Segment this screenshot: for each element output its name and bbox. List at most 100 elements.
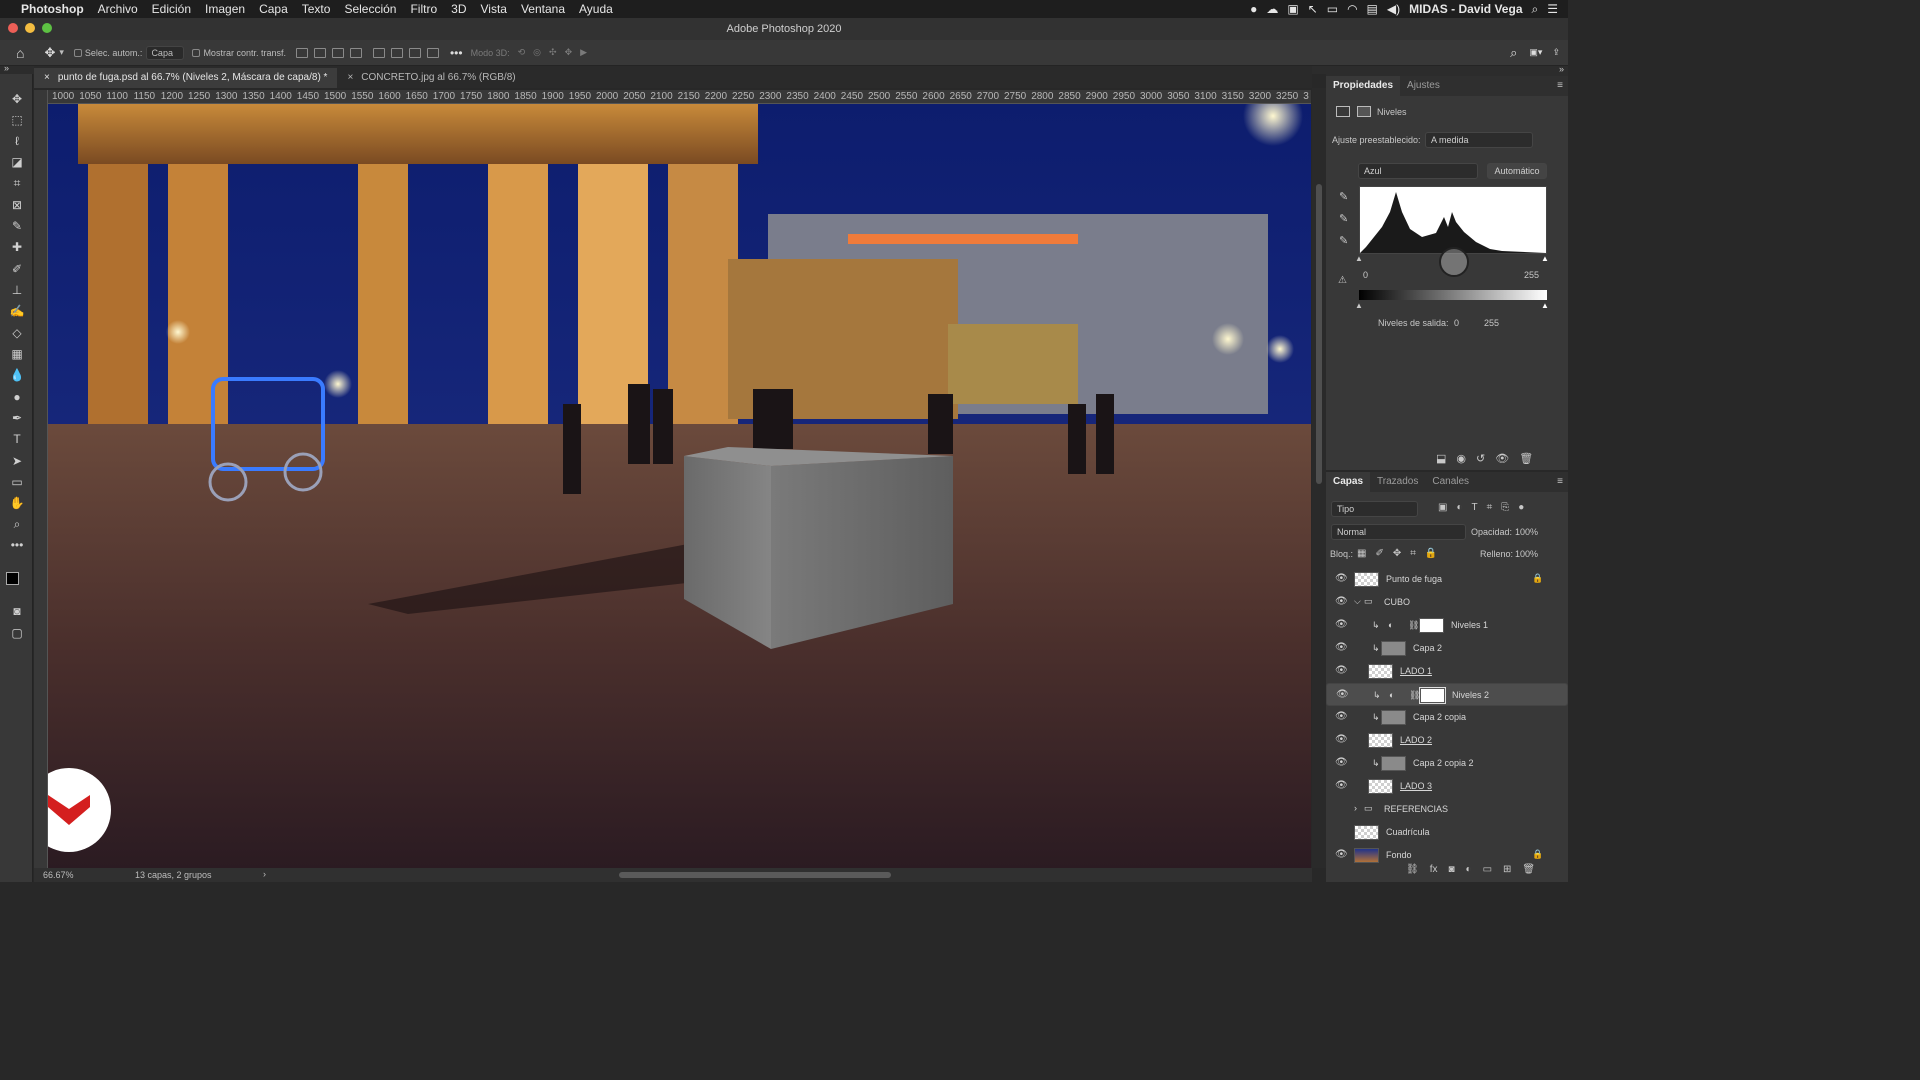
lasso-tool-icon[interactable]: ℓ xyxy=(9,134,25,148)
brush-tool-icon[interactable]: ✐ xyxy=(9,262,25,276)
user-name[interactable]: MIDAS - David Vega xyxy=(1409,2,1522,16)
document-canvas[interactable] xyxy=(48,104,1311,868)
more-options-icon[interactable]: ••• xyxy=(450,46,463,60)
orbit-3d-icon[interactable]: ⟲ xyxy=(518,47,526,58)
lock-transparent-icon[interactable]: ▦ xyxy=(1357,548,1366,559)
menu-app[interactable]: Photoshop xyxy=(14,2,91,16)
filter-adjustment-icon[interactable]: ◐ xyxy=(1456,502,1462,513)
lock-position-icon[interactable]: ✥ xyxy=(1393,548,1401,559)
auto-button[interactable]: Automático xyxy=(1487,163,1547,179)
visibility-eye-icon[interactable]: 👁 xyxy=(1335,596,1348,607)
more-tools-icon[interactable]: ••• xyxy=(9,538,25,552)
healing-tool-icon[interactable]: ✚ xyxy=(9,240,25,254)
lock-pixels-icon[interactable]: ✐ xyxy=(1375,548,1383,559)
lock-all-icon[interactable]: 🔒 xyxy=(1425,548,1437,559)
slide-3d-icon[interactable]: ✥ xyxy=(565,47,573,58)
show-transform-checkbox[interactable] xyxy=(192,48,201,57)
layer-row[interactable]: 👁 ↳ Capa 2 copia xyxy=(1326,706,1568,729)
layer-group-row[interactable]: › ▭ REFERENCIAS xyxy=(1326,798,1568,821)
layer-group-row[interactable]: 👁 ⌵ ▭ CUBO xyxy=(1326,591,1568,614)
trash-icon[interactable]: 🗑 xyxy=(1522,864,1535,875)
marquee-tool-icon[interactable]: ⬚ xyxy=(9,113,25,127)
blend-mode-dropdown[interactable]: Normal xyxy=(1331,524,1466,540)
visibility-eye-icon[interactable]: 👁 xyxy=(1335,642,1348,653)
menu-vista[interactable]: Vista xyxy=(473,2,513,16)
trash-icon[interactable]: 🗑 xyxy=(1519,452,1533,465)
output-white-slider[interactable]: ▲ xyxy=(1541,301,1549,310)
notification-icon[interactable]: ☰ xyxy=(1547,2,1558,16)
pen-tool-icon[interactable]: ✒ xyxy=(9,411,25,425)
camera-3d-icon[interactable]: ▶ xyxy=(580,47,587,58)
white-eyedropper-icon[interactable]: ✎ xyxy=(1339,234,1348,247)
link-layers-icon[interactable]: ⛓ xyxy=(1406,864,1419,875)
filter-smart-icon[interactable]: ⎘ xyxy=(1501,502,1509,513)
output-black-slider[interactable]: ▲ xyxy=(1355,301,1363,310)
crop-tool-icon[interactable]: ⌗ xyxy=(9,176,25,190)
minimize-window-button[interactable] xyxy=(25,23,35,33)
chevron-right-icon[interactable]: › xyxy=(263,869,266,879)
horizontal-scrollbar-thumb[interactable] xyxy=(619,872,891,878)
output-min[interactable]: 0 xyxy=(1454,318,1459,328)
input-gray-slider[interactable] xyxy=(1439,247,1469,277)
workspace-icon[interactable]: ▣▾ xyxy=(1529,47,1542,58)
align-bottom-icon[interactable] xyxy=(408,47,421,58)
mask-icon[interactable] xyxy=(1357,106,1371,117)
layer-row[interactable]: 👁 Punto de fuga 🔒 xyxy=(1326,568,1568,591)
menu-edicion[interactable]: Edición xyxy=(145,2,198,16)
visibility-eye-icon[interactable]: 👁 xyxy=(1335,734,1348,745)
tab-capas[interactable]: Capas xyxy=(1326,472,1371,492)
wifi-icon[interactable]: ◠ xyxy=(1347,2,1357,16)
type-tool-icon[interactable]: T xyxy=(9,432,25,446)
tab-ajustes[interactable]: Ajustes xyxy=(1400,76,1447,96)
output-max[interactable]: 255 xyxy=(1484,318,1499,328)
distribute-icon[interactable] xyxy=(349,47,362,58)
align-middle-icon[interactable] xyxy=(390,47,403,58)
tab-concreto[interactable]: × CONCRETO.jpg al 66.7% (RGB/8) xyxy=(337,68,525,88)
chevron-down-icon[interactable]: ▾ xyxy=(59,47,64,58)
foreground-color-swatch[interactable] xyxy=(6,572,19,585)
visibility-eye-icon[interactable]: 👁 xyxy=(1335,711,1348,722)
screen-icon[interactable]: ▣ xyxy=(1287,2,1298,16)
gradient-tool-icon[interactable]: ▦ xyxy=(9,347,25,361)
flag-icon[interactable]: ▤ xyxy=(1367,2,1378,16)
align-left-icon[interactable] xyxy=(295,47,308,58)
move-tool-icon[interactable]: ✥ xyxy=(44,45,55,61)
filter-shape-icon[interactable]: ⌗ xyxy=(1487,502,1493,513)
layer-mask-thumbnail[interactable] xyxy=(1419,618,1444,633)
hand-tool-icon[interactable]: ✋ xyxy=(9,496,25,510)
preset-dropdown[interactable]: A medida xyxy=(1425,132,1533,148)
input-max[interactable]: 255 xyxy=(1524,270,1539,280)
opacity-value[interactable]: 100% xyxy=(1515,527,1538,537)
search-icon[interactable]: ⌕ xyxy=(1510,45,1517,61)
visibility-eye-icon[interactable]: 👁 xyxy=(1335,665,1348,676)
zoom-level[interactable]: 66.67% xyxy=(43,870,74,880)
eraser-tool-icon[interactable]: ◇ xyxy=(9,326,25,340)
menu-filtro[interactable]: Filtro xyxy=(403,2,444,16)
drag-3d-icon[interactable]: ✣ xyxy=(549,47,557,58)
new-adjustment-icon[interactable]: ◐ xyxy=(1466,864,1472,875)
align-center-icon[interactable] xyxy=(313,47,326,58)
fx-icon[interactable]: fx xyxy=(1430,864,1438,875)
rectangle-tool-icon[interactable]: ▭ xyxy=(9,475,25,489)
visibility-eye-icon[interactable]: 👁 xyxy=(1335,780,1348,791)
layer-row[interactable]: Cuadrícula xyxy=(1326,821,1568,844)
visibility-eye-icon[interactable]: 👁 xyxy=(1335,757,1348,768)
filter-pixel-icon[interactable]: ▣ xyxy=(1438,502,1447,513)
tab-trazados[interactable]: Trazados xyxy=(1370,472,1425,492)
layer-row[interactable]: 👁 ↳ Capa 2 xyxy=(1326,637,1568,660)
spotlight-icon[interactable]: ⌕ xyxy=(1532,2,1539,17)
chevron-down-icon[interactable]: ⌵ xyxy=(1354,596,1361,607)
align-top-icon[interactable] xyxy=(372,47,385,58)
input-white-slider[interactable]: ▲ xyxy=(1541,254,1549,263)
layer-row-selected[interactable]: 👁 ↳ ◐ ⛓ Niveles 2 xyxy=(1326,683,1568,706)
menu-seleccion[interactable]: Selección xyxy=(337,2,403,16)
menu-capa[interactable]: Capa xyxy=(252,2,295,16)
close-icon[interactable]: × xyxy=(347,68,353,88)
layer-filter-dropdown[interactable]: Tipo xyxy=(1331,501,1418,517)
input-min[interactable]: 0 xyxy=(1363,270,1368,280)
menu-3d[interactable]: 3D xyxy=(444,2,473,16)
blur-tool-icon[interactable]: 💧 xyxy=(9,368,25,382)
cursor-icon[interactable]: ↖ xyxy=(1308,2,1318,16)
reset-icon[interactable]: ↺ xyxy=(1476,452,1485,465)
tab-canales[interactable]: Canales xyxy=(1425,472,1476,492)
